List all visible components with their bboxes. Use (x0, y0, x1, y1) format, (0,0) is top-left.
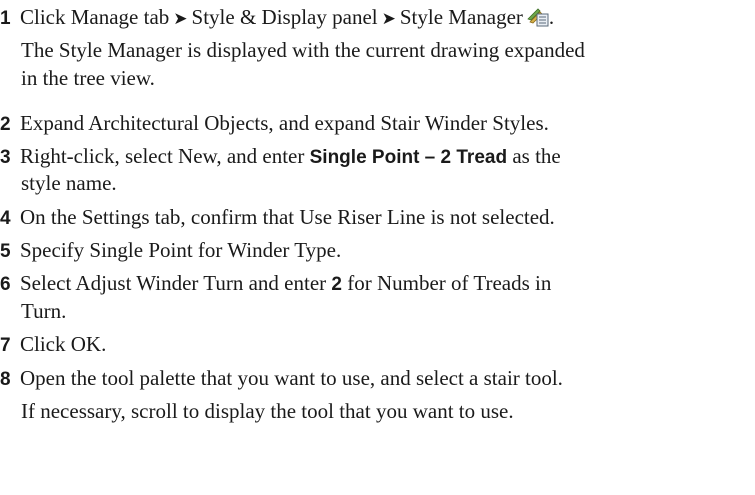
step-4: 4 On the Settings tab, confirm that Use R… (0, 204, 555, 230)
step-text: On the Settings tab, confirm that Use Ri… (20, 205, 555, 229)
step-number: 3 (0, 147, 11, 168)
step-text: Specify Single Point for Winder Type. (20, 238, 342, 262)
step-text: Select Adjust Winder Turn and enter (20, 271, 332, 295)
step-3-continuation: style name. (21, 171, 117, 195)
step-text: as the (507, 144, 561, 168)
step-number: 4 (0, 208, 11, 229)
style-manager-icon (527, 7, 549, 33)
arrow-separator: ➤ (381, 9, 396, 29)
step-text-part: . (548, 5, 555, 29)
style-name-value: Single Point – 2 Tread (309, 147, 508, 168)
step-number: 2 (0, 114, 11, 135)
arrow-separator: ➤ (173, 9, 188, 29)
step-8-note: If necessary, scroll to display the tool… (21, 399, 514, 423)
step-text: Open the tool palette that you want to u… (20, 366, 563, 390)
step-text-part: Style & Display panel (191, 5, 378, 29)
step-number: 7 (0, 335, 11, 356)
step-number: 8 (0, 369, 11, 390)
step-number: 6 (0, 274, 11, 295)
step-6-continuation: Turn. (21, 299, 67, 323)
step-text: Expand Architectural Objects, and expand… (20, 111, 549, 135)
tread-count-value: 2 (331, 274, 342, 295)
step-text-part: Click Manage tab (20, 5, 170, 29)
step-text: Right-click, select New, and enter (20, 144, 310, 168)
step-3: 3 Right-click, select New, and enter Sing… (0, 143, 561, 169)
step-2: 2 Expand Architectural Objects, and expan… (0, 110, 549, 136)
step-text: Click OK. (20, 332, 107, 356)
step-8: 8 Open the tool palette that you want to … (0, 365, 563, 391)
step-6: 6 Select Adjust Winder Turn and enter 2 f… (0, 270, 551, 296)
step-5: 5 Specify Single Point for Winder Type. (0, 237, 341, 263)
step-text-part: Style Manager (399, 5, 523, 29)
step-1-note-line: The Style Manager is displayed with the … (21, 38, 585, 62)
step-1: 1 Click Manage tab ➤ Style & Display panel ➤… (0, 4, 554, 30)
step-number: 5 (0, 241, 11, 262)
step-number: 1 (0, 8, 11, 29)
step-text: for Number of Treads in (341, 271, 552, 295)
instruction-document: 1 Click Manage tab ➤ Style & Display panel ➤… (0, 0, 755, 495)
step-7: 7 Click OK. (0, 331, 106, 357)
step-1-note-line: in the tree view. (21, 66, 155, 90)
